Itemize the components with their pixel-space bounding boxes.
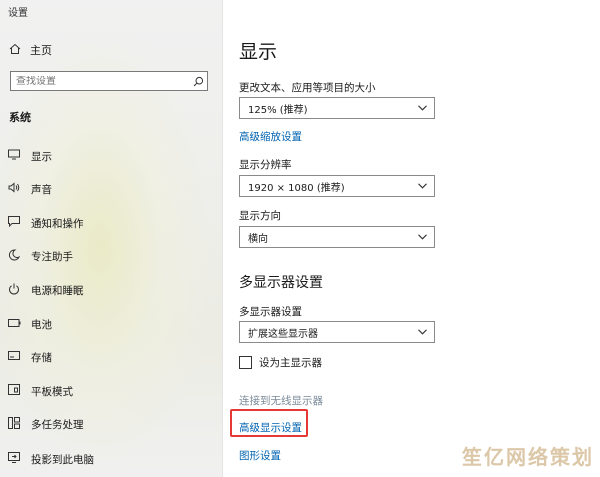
search-icon[interactable] <box>189 76 207 87</box>
sidebar-item-sound[interactable]: 声音 <box>0 178 222 200</box>
home-label: 主页 <box>30 44 52 57</box>
make-main-display-row[interactable]: 设为主显示器 <box>239 355 322 370</box>
multi-display-heading: 多显示器设置 <box>239 275 323 291</box>
page-title: 显示 <box>239 41 278 63</box>
sidebar-item-power-sleep[interactable]: 电源和睡眠 <box>0 279 222 301</box>
sidebar-item-label: 电池 <box>31 318 52 331</box>
sidebar-item-label: 存储 <box>31 351 52 364</box>
section-heading-system: 系统 <box>9 111 31 124</box>
speaker-icon <box>7 182 21 196</box>
sidebar-item-label: 声音 <box>31 183 52 196</box>
orientation-label: 显示方向 <box>239 210 281 222</box>
search-box[interactable] <box>10 71 208 91</box>
monitor-icon <box>7 149 21 163</box>
project-icon <box>7 452 21 466</box>
sidebar-home[interactable]: 主页 <box>8 42 52 58</box>
display-settings-panel: 显示 更改文本、应用等项目的大小 125% (推荐) 高级缩放设置 显示分辨率 … <box>223 0 600 477</box>
graphics-settings-link[interactable]: 图形设置 <box>239 448 281 463</box>
chevron-down-icon <box>417 327 427 337</box>
moon-icon <box>7 248 21 264</box>
sidebar-item-display[interactable]: 显示 <box>0 145 222 167</box>
chevron-down-icon <box>417 232 427 242</box>
advanced-scaling-link[interactable]: 高级缩放设置 <box>239 129 302 144</box>
battery-icon <box>7 318 21 330</box>
sidebar-item-label: 多任务处理 <box>31 418 84 431</box>
resolution-label: 显示分辨率 <box>239 159 292 171</box>
sidebar-item-label: 电源和睡眠 <box>31 284 84 297</box>
resolution-dropdown[interactable]: 1920 × 1080 (推荐) <box>239 175 435 197</box>
connect-wireless-display-link[interactable]: 连接到无线显示器 <box>239 393 323 408</box>
chevron-down-icon <box>417 181 427 191</box>
home-icon <box>8 43 22 57</box>
sidebar-item-battery[interactable]: 电池 <box>0 313 222 335</box>
watermark: 笙亿网络策划 <box>462 445 594 469</box>
make-main-display-checkbox[interactable] <box>239 356 252 369</box>
chevron-down-icon <box>417 103 427 113</box>
multi-display-label: 多显示器设置 <box>239 306 302 318</box>
sidebar-item-label: 专注助手 <box>31 250 73 263</box>
make-main-display-label: 设为主显示器 <box>259 357 322 369</box>
scale-value: 125% (推荐) <box>248 104 308 116</box>
sidebar-item-label: 平板模式 <box>31 385 73 398</box>
notification-icon <box>7 216 21 230</box>
sidebar-item-focus-assist[interactable]: 专注助手 <box>0 245 222 267</box>
sidebar: 设置 主页 系统 显示 声音 通知和操作 专注助手 <box>0 0 223 477</box>
sidebar-item-notifications[interactable]: 通知和操作 <box>0 212 222 234</box>
orientation-dropdown[interactable]: 横向 <box>239 226 435 248</box>
storage-icon <box>7 351 21 363</box>
sidebar-item-storage[interactable]: 存储 <box>0 346 222 368</box>
sidebar-item-project-to-pc[interactable]: 投影到此电脑 <box>0 448 222 470</box>
tablet-icon <box>7 384 21 398</box>
orientation-value: 横向 <box>248 233 268 245</box>
resolution-value: 1920 × 1080 (推荐) <box>248 182 345 194</box>
multitask-icon <box>7 416 21 432</box>
sidebar-item-label: 投影到此电脑 <box>31 453 94 466</box>
multi-display-value: 扩展这些显示器 <box>248 328 318 340</box>
highlight-box <box>230 409 308 437</box>
window-title: 设置 <box>8 8 28 19</box>
power-icon <box>7 283 21 298</box>
sidebar-item-label: 通知和操作 <box>31 217 84 230</box>
sidebar-item-label: 显示 <box>31 150 52 163</box>
search-input[interactable] <box>11 75 189 87</box>
scale-label: 更改文本、应用等项目的大小 <box>239 82 376 94</box>
scale-dropdown[interactable]: 125% (推荐) <box>239 97 435 119</box>
multi-display-dropdown[interactable]: 扩展这些显示器 <box>239 321 435 343</box>
sidebar-item-tablet-mode[interactable]: 平板模式 <box>0 380 222 402</box>
sidebar-item-multitasking[interactable]: 多任务处理 <box>0 413 222 435</box>
